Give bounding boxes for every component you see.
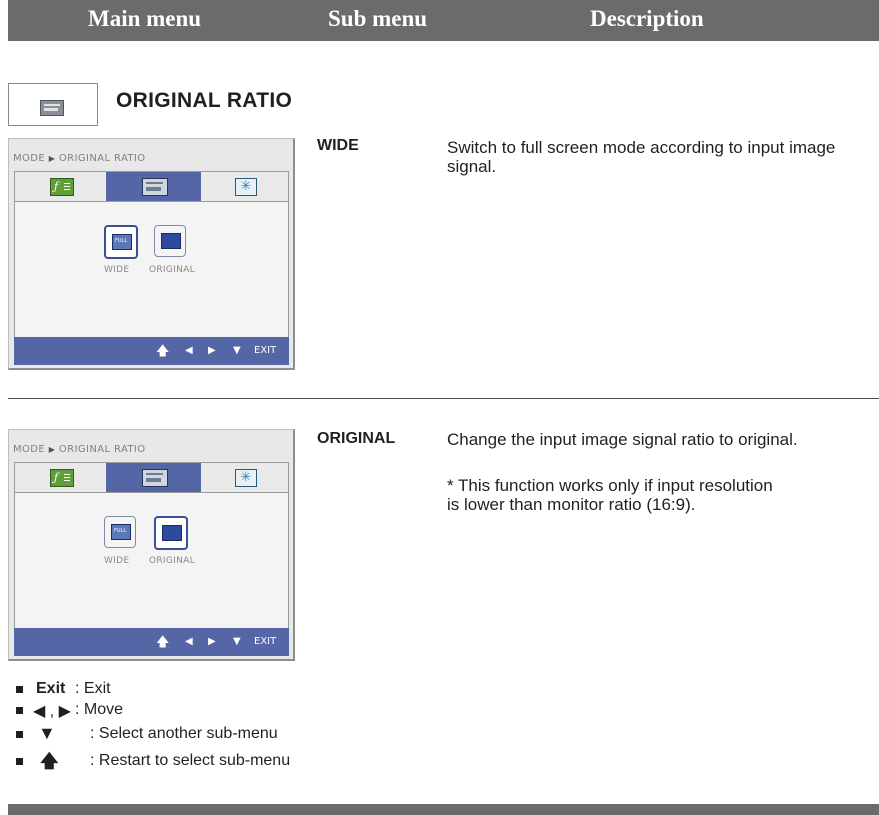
osd-body: FULL WIDE ORIGINAL xyxy=(14,493,289,628)
header-description: Description xyxy=(590,6,704,31)
restart-icon[interactable]: 🡅 xyxy=(156,342,169,364)
right-icon[interactable]: ▶ xyxy=(208,636,216,647)
osd-footer: 🡅 ◀ ▶ ▼ EXIT xyxy=(14,337,289,365)
section-title: ORIGINAL RATIO xyxy=(116,89,293,112)
footer-bar xyxy=(8,804,879,815)
header-sub-menu: Sub menu xyxy=(328,6,428,31)
original-ratio-icon xyxy=(142,469,168,487)
osd-tabs: ƒ ✳ xyxy=(14,171,289,202)
down-icon[interactable]: ▼ xyxy=(233,345,241,356)
header-bar: Main menu Sub menu Description xyxy=(8,0,879,41)
original-note: * This function works only if input reso… xyxy=(447,476,773,514)
restart-icon[interactable]: 🡅 xyxy=(156,633,169,655)
osd-breadcrumb: MODE ▶ ORIGINAL RATIO xyxy=(13,444,146,455)
osd-footer: 🡅 ◀ ▶ ▼ EXIT xyxy=(14,628,289,656)
original-ratio-icon xyxy=(142,178,168,196)
wide-option-label: WIDE xyxy=(104,265,130,275)
left-icon[interactable]: ◀ xyxy=(185,636,193,647)
exit-button[interactable]: EXIT xyxy=(254,345,276,356)
original-option[interactable] xyxy=(154,225,186,257)
osd-tabs: ƒ ✳ xyxy=(14,462,289,493)
restart-icon: 🡅 xyxy=(40,751,59,771)
snowflake-icon: ✳ xyxy=(235,469,257,487)
original-ratio-icon xyxy=(8,83,98,126)
osd-breadcrumb: MODE ▶ ORIGINAL RATIO xyxy=(13,153,146,164)
tab-color[interactable]: ✳ xyxy=(201,172,288,201)
original-screen-icon xyxy=(161,233,181,249)
original-option[interactable] xyxy=(154,516,188,550)
sub-menu-wide: WIDE xyxy=(317,137,359,154)
sub-menu-original: ORIGINAL xyxy=(317,430,396,447)
separator xyxy=(8,398,879,399)
wide-option[interactable]: FULL xyxy=(104,516,136,548)
osd-panel-original: MODE ▶ ORIGINAL RATIO ƒ ✳ FULL WIDE ORIG… xyxy=(8,429,295,661)
wide-option[interactable]: FULL xyxy=(104,225,138,259)
exit-button[interactable]: EXIT xyxy=(254,636,276,647)
osd-panel-wide: MODE ▶ ORIGINAL RATIO ƒ ✳ FULL WIDE ORIG… xyxy=(8,138,295,370)
snowflake-icon: ✳ xyxy=(235,178,257,196)
down-icon[interactable]: ▼ xyxy=(233,636,241,647)
f-engine-icon: ƒ xyxy=(50,469,74,487)
original-option-label: ORIGINAL xyxy=(149,556,195,566)
header-main-menu: Main menu xyxy=(88,6,202,31)
right-icon[interactable]: ▶ xyxy=(208,345,216,356)
original-option-label: ORIGINAL xyxy=(149,265,195,275)
original-screen-icon xyxy=(162,525,182,541)
tab-picture[interactable]: ƒ xyxy=(15,172,106,201)
tab-original-ratio[interactable] xyxy=(106,172,201,201)
wide-description: Switch to full screen mode according to … xyxy=(447,138,836,176)
full-screen-icon: FULL xyxy=(111,524,131,540)
wide-option-label: WIDE xyxy=(104,556,130,566)
tab-color[interactable]: ✳ xyxy=(201,463,288,492)
full-screen-icon: FULL xyxy=(112,234,132,250)
left-icon[interactable]: ◀ xyxy=(185,345,193,356)
tab-original-ratio[interactable] xyxy=(106,463,201,492)
tab-picture[interactable]: ƒ xyxy=(15,463,106,492)
original-description: Change the input image signal ratio to o… xyxy=(447,430,798,449)
f-engine-icon: ƒ xyxy=(50,178,74,196)
osd-body: FULL WIDE ORIGINAL xyxy=(14,202,289,337)
